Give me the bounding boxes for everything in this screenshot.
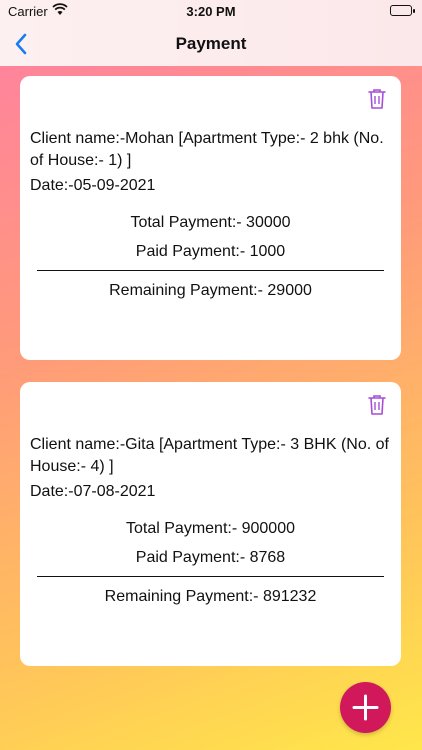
add-payment-button[interactable] bbox=[340, 682, 391, 733]
page-title: Payment bbox=[175, 34, 247, 53]
navigation-bar: Payment bbox=[0, 26, 422, 62]
payment-card: Client name:-Mohan [Apartment Type:- 2 b… bbox=[20, 76, 401, 360]
client-name: Client name:-Mohan [Apartment Type:- 2 b… bbox=[30, 130, 384, 169]
total-payment: Total Payment:- 900000 bbox=[126, 520, 295, 537]
payment-card: Client name:-Gita [Apartment Type:- 3 BH… bbox=[20, 382, 401, 666]
trash-icon[interactable] bbox=[367, 394, 387, 416]
payment-date: Date:-07-08-2021 bbox=[30, 483, 156, 500]
status-time: 3:20 PM bbox=[186, 4, 236, 19]
plus-icon bbox=[352, 694, 379, 721]
status-bar: Carrier 3:20 PM bbox=[0, 0, 422, 24]
divider bbox=[37, 576, 384, 577]
paid-payment: Paid Payment:- 1000 bbox=[135, 243, 286, 260]
payment-date: Date:-05-09-2021 bbox=[30, 177, 156, 194]
remaining-payment: Remaining Payment:- 29000 bbox=[109, 282, 312, 299]
paid-payment: Paid Payment:- 8768 bbox=[135, 549, 286, 566]
client-name: Client name:-Gita [Apartment Type:- 3 BH… bbox=[30, 436, 389, 475]
battery-icon bbox=[390, 5, 415, 16]
trash-icon[interactable] bbox=[367, 88, 387, 110]
remaining-payment: Remaining Payment:- 891232 bbox=[104, 588, 317, 605]
divider bbox=[37, 270, 384, 271]
total-payment: Total Payment:- 30000 bbox=[130, 214, 291, 231]
